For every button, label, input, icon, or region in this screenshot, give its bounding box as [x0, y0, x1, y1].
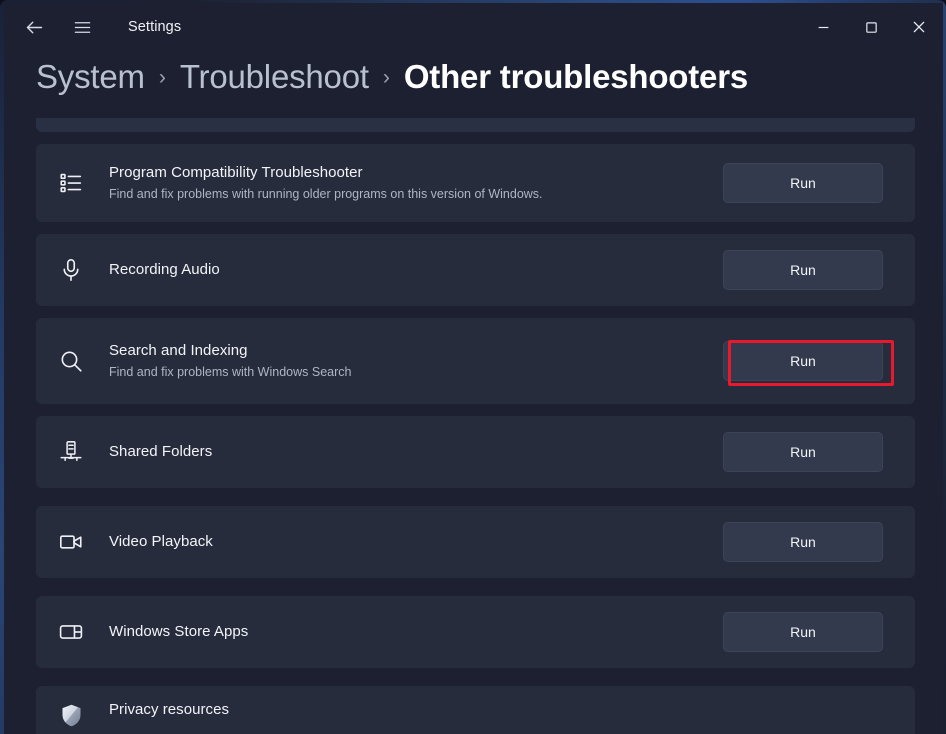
hamburger-menu-icon[interactable] — [60, 7, 104, 47]
list-item-text: Video Playback — [109, 532, 723, 552]
maximize-button[interactable] — [847, 3, 895, 51]
breadcrumb-item-troubleshoot[interactable]: Troubleshoot — [180, 58, 369, 96]
shared-folder-server-icon — [54, 439, 88, 465]
list-item-text: Privacy resources — [109, 700, 915, 720]
chevron-right-icon: › — [158, 66, 166, 89]
title-bar: Settings — [4, 3, 943, 51]
store-apps-icon — [54, 619, 88, 645]
list-item-subtitle: Find and fix problems with running older… — [109, 187, 543, 201]
shield-icon — [54, 702, 88, 729]
video-camera-icon — [54, 529, 88, 555]
list-item-title: Recording Audio — [109, 261, 220, 278]
close-button[interactable] — [895, 3, 943, 51]
breadcrumb-item-other-troubleshooters: Other troubleshooters — [403, 58, 748, 95]
list-item[interactable]: Windows Store Apps Run — [36, 596, 915, 668]
list-item-title: Windows Store Apps — [109, 623, 249, 640]
breadcrumb: System › Troubleshoot › Other troublesho… — [36, 58, 748, 96]
app-title: Settings — [128, 19, 182, 35]
list-item-text: Program Compatibility Troubleshooter Fin… — [109, 163, 723, 203]
list-item-title: Privacy resources — [109, 701, 230, 718]
list-item-text: Recording Audio — [109, 260, 723, 280]
settings-window: Settings System › Troubleshoot › Other t… — [0, 0, 946, 734]
list-item-text: Windows Store Apps — [109, 622, 723, 642]
list-item-text: Search and Indexing Find and fix problem… — [109, 341, 723, 381]
chevron-right-icon: › — [382, 66, 390, 89]
troubleshooter-list[interactable]: Program Compatibility Troubleshooter Fin… — [0, 118, 946, 734]
run-button[interactable]: Run — [723, 522, 883, 562]
breadcrumb-item-system[interactable]: System — [36, 58, 145, 96]
list-item-clipped[interactable] — [36, 118, 915, 132]
run-button[interactable]: Run — [723, 432, 883, 472]
list-item-subtitle: Find and fix problems with Windows Searc… — [109, 365, 352, 379]
run-button[interactable]: Run — [723, 163, 883, 203]
minimize-button[interactable] — [799, 3, 847, 51]
run-button-highlighted[interactable]: Run — [723, 341, 883, 381]
run-button[interactable]: Run — [723, 250, 883, 290]
list-item-title: Search and Indexing — [109, 342, 248, 359]
microphone-icon — [54, 257, 88, 283]
list-bullets-icon — [54, 170, 88, 196]
back-arrow-icon[interactable] — [12, 7, 56, 47]
list-item[interactable]: Search and Indexing Find and fix problem… — [36, 318, 915, 404]
list-item-title: Video Playback — [109, 533, 213, 550]
list-item[interactable]: Shared Folders Run — [36, 416, 915, 488]
window-controls — [799, 3, 943, 51]
list-item-title: Shared Folders — [109, 443, 213, 460]
list-item[interactable]: Recording Audio Run — [36, 234, 915, 306]
list-item[interactable]: Video Playback Run — [36, 506, 915, 578]
list-item[interactable]: Program Compatibility Troubleshooter Fin… — [36, 144, 915, 222]
list-item[interactable]: Privacy resources — [36, 686, 915, 734]
search-icon — [54, 348, 88, 374]
list-item-title: Program Compatibility Troubleshooter — [109, 164, 363, 181]
run-button[interactable]: Run — [723, 612, 883, 652]
list-item-text: Shared Folders — [109, 442, 723, 462]
